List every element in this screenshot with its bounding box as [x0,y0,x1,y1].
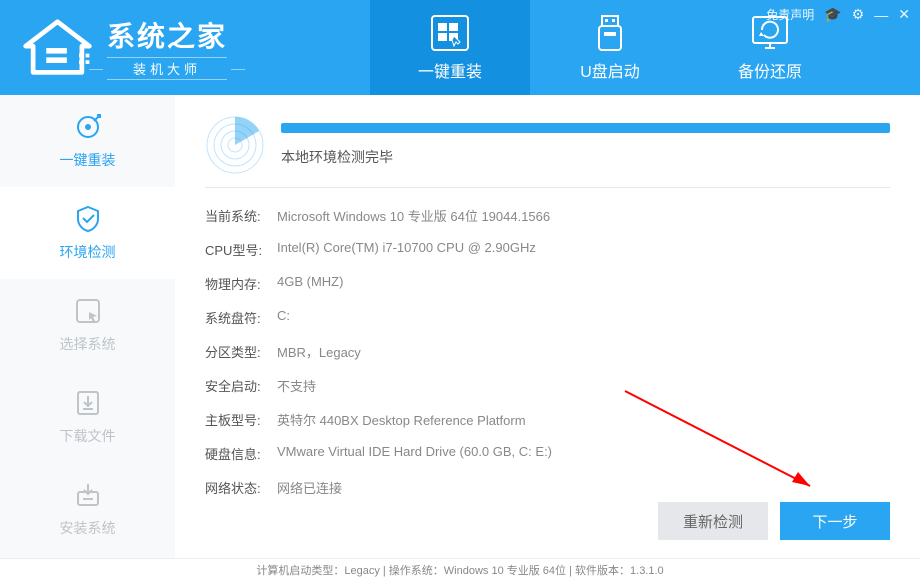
sidebar-item-select-system[interactable]: 选择系统 [0,279,175,371]
info-value: 网络已连接 [277,478,342,497]
logo-area: 系统之家 装机大师 [0,0,300,95]
tab-label: 备份还原 [738,58,802,82]
sidebar-item-label: 安装系统 [60,518,116,538]
info-row: 当前系统:Microsoft Windows 10 专业版 64位 19044.… [205,206,890,225]
info-value: 4GB (MHZ) [277,274,343,293]
info-label: 硬盘信息: [205,444,277,463]
logo-subtitle: 装机大师 [107,57,227,80]
target-icon [73,112,103,142]
progress-bar [281,123,890,133]
info-row: CPU型号:Intel(R) Core(TM) i7-10700 CPU @ 2… [205,240,890,259]
sidebar-item-install[interactable]: 安装系统 [0,463,175,555]
tab-usb-boot[interactable]: U盘启动 [530,0,690,95]
info-row: 系统盘符:C: [205,308,890,327]
info-row: 分区类型:MBR，Legacy [205,342,890,361]
info-value: Intel(R) Core(TM) i7-10700 CPU @ 2.90GHz [277,240,536,259]
redetect-button[interactable]: 重新检测 [658,502,768,540]
scan-status-text: 本地环境检测完毕 [281,147,890,167]
info-row: 主板型号:英特尔 440BX Desktop Reference Platfor… [205,410,890,429]
info-value: 英特尔 440BX Desktop Reference Platform [277,410,526,429]
info-label: 安全启动: [205,376,277,395]
tab-label: U盘启动 [580,58,640,82]
download-icon [73,388,103,418]
info-row: 安全启动:不支持 [205,376,890,395]
shield-check-icon [73,204,103,234]
tab-reinstall[interactable]: 一键重装 [370,0,530,95]
windows-cursor-icon [430,14,470,52]
divider [205,187,890,188]
info-label: 当前系统: [205,206,277,225]
graduation-icon[interactable]: 🎓 [824,6,841,23]
info-label: 分区类型: [205,342,277,361]
sidebar-item-label: 选择系统 [60,334,116,354]
info-row: 硬盘信息:VMware Virtual IDE Hard Drive (60.0… [205,444,890,463]
info-label: 主板型号: [205,410,277,429]
info-value: VMware Virtual IDE Hard Drive (60.0 GB, … [277,444,552,463]
sidebar: 一键重装 环境检测 选择系统 下载文件 安装系统 [0,95,175,558]
logo-title: 系统之家 [107,15,227,55]
disclaimer-link[interactable]: 免责声明 [766,6,814,23]
info-value: C: [277,308,290,327]
sidebar-item-label: 环境检测 [60,242,116,262]
usb-icon [590,14,630,52]
next-button[interactable]: 下一步 [780,502,890,540]
sidebar-item-label: 下载文件 [60,426,116,446]
radar-scan-icon [205,115,265,175]
info-value: 不支持 [277,376,316,395]
app-header: 系统之家 装机大师 一键重装 U盘启动 备份还原 免责声明 🎓 ⚙ — ✕ [0,0,920,95]
main-panel: 本地环境检测完毕 当前系统:Microsoft Windows 10 专业版 6… [175,95,920,558]
system-info: 当前系统:Microsoft Windows 10 专业版 64位 19044.… [205,206,890,497]
sidebar-item-download[interactable]: 下载文件 [0,371,175,463]
info-row: 网络状态:网络已连接 [205,478,890,497]
info-label: 系统盘符: [205,308,277,327]
sidebar-item-reinstall[interactable]: 一键重装 [0,95,175,187]
minimize-icon[interactable]: — [874,7,888,23]
close-icon[interactable]: ✕ [898,6,910,23]
logo-house-icon [20,18,95,78]
info-row: 物理内存:4GB (MHZ) [205,274,890,293]
info-label: 网络状态: [205,478,277,497]
info-label: 物理内存: [205,274,277,293]
info-value: MBR，Legacy [277,342,361,361]
info-label: CPU型号: [205,240,277,259]
gear-icon[interactable]: ⚙ [852,6,865,23]
info-value: Microsoft Windows 10 专业版 64位 19044.1566 [277,206,550,225]
install-box-icon [73,480,103,510]
cursor-box-icon [73,296,103,326]
tab-label: 一键重装 [418,58,482,82]
sidebar-item-label: 一键重装 [60,150,116,170]
status-bar: 计算机启动类型：Legacy | 操作系统：Windows 10 专业版 64位… [0,558,920,580]
window-controls: 免责声明 🎓 ⚙ — ✕ [766,6,910,23]
footer-text: 计算机启动类型：Legacy | 操作系统：Windows 10 专业版 64位… [256,562,663,578]
sidebar-item-env-check[interactable]: 环境检测 [0,187,175,279]
